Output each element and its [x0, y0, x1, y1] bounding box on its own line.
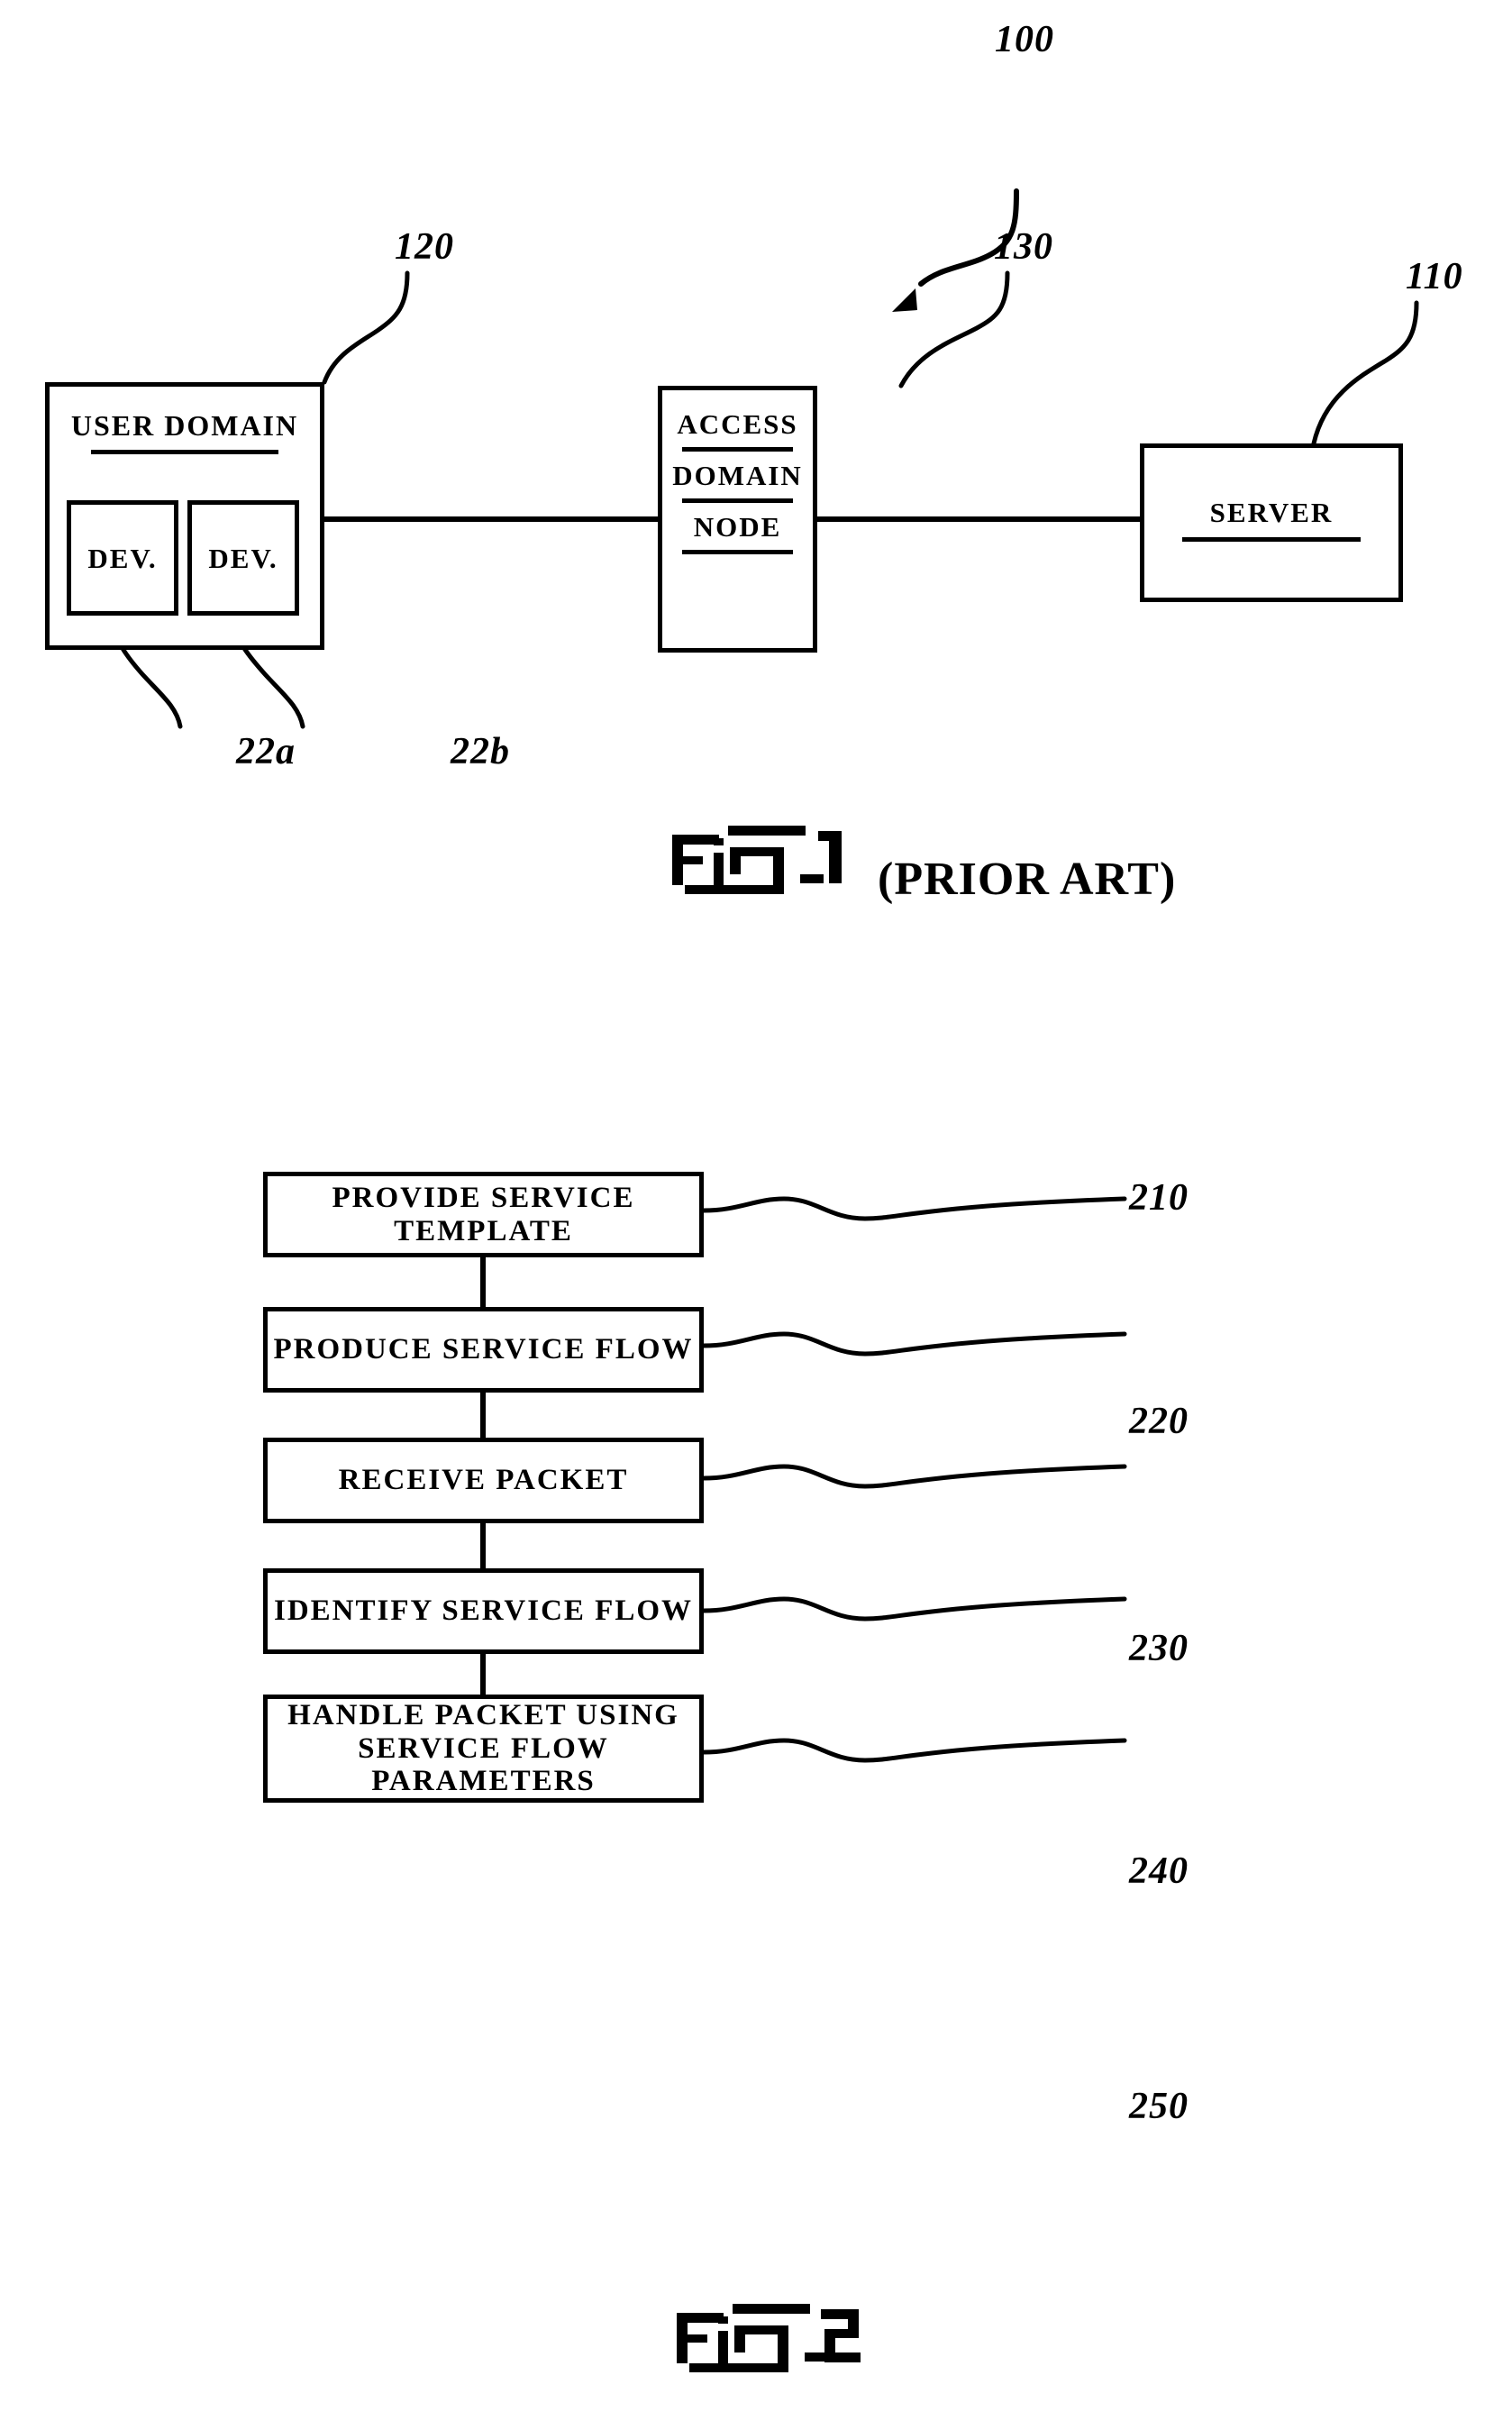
reference-numeral-22a: 22a: [236, 731, 296, 772]
block-user-domain-title-rule: [91, 450, 278, 454]
block-access-domain-node-line-3: NODE: [693, 511, 782, 543]
flow-step-label: RECEIVE PACKET: [338, 1464, 629, 1497]
fig-wordmark-1-icon: [672, 826, 842, 894]
patent-figure-sheet: USER DOMAIN DEV. DEV. ACCESS DOMAIN NODE…: [0, 0, 1512, 2421]
reference-numeral-220: 220: [1129, 1401, 1189, 1442]
flow-step-label: PROVIDE SERVICE TEMPLATE: [332, 1181, 635, 1247]
flow-step-produce-service-flow: PRODUCE SERVICE FLOW: [263, 1307, 704, 1393]
leader-line-210: [701, 1196, 1127, 1221]
leader-line-120: [322, 270, 410, 385]
block-device-a: DEV.: [67, 500, 178, 616]
fig-wordmark-2-icon: [677, 2304, 861, 2372]
diagram-line-layer: [105, 188, 1419, 1763]
block-user-domain-title: USER DOMAIN: [70, 409, 299, 442]
flow-step-label: IDENTIFY SERVICE FLOW: [273, 1594, 694, 1628]
reference-numeral-100: 100: [995, 19, 1054, 60]
flow-step-label: PRODUCE SERVICE FLOW: [273, 1333, 694, 1366]
reference-numeral-250: 250: [1129, 2086, 1189, 2127]
arrowhead-100: [892, 281, 923, 312]
flow-step-receive-packet: RECEIVE PACKET: [263, 1438, 704, 1523]
reference-numeral-210: 210: [1129, 1177, 1189, 1219]
leader-line-110: [1311, 300, 1419, 446]
leader-line-230: [701, 1464, 1127, 1489]
block-access-domain-node-rule-3: [682, 550, 793, 554]
block-access-domain-node-rule-1: [682, 447, 793, 452]
block-access-domain-node-rule-2: [682, 498, 793, 503]
reference-numeral-22b: 22b: [451, 731, 510, 772]
block-server: SERVER: [1140, 443, 1403, 602]
block-access-domain-node-line-2: DOMAIN: [672, 460, 803, 491]
reference-numeral-230: 230: [1129, 1628, 1189, 1669]
block-user-domain: USER DOMAIN DEV. DEV.: [45, 382, 324, 650]
leader-line-220: [701, 1331, 1127, 1357]
figure-1-caption: (PRIOR ART): [667, 811, 1176, 906]
block-server-title-rule: [1182, 537, 1361, 542]
reference-numeral-240: 240: [1129, 1850, 1189, 1892]
leader-line-250: [701, 1738, 1127, 1763]
block-device-a-title: DEV.: [87, 542, 158, 574]
flow-step-provide-service-template: PROVIDE SERVICE TEMPLATE: [263, 1172, 704, 1257]
reference-numeral-130: 130: [994, 226, 1053, 268]
flow-step-label: HANDLE PACKET USING SERVICE FLOW PARAMET…: [287, 1698, 679, 1798]
reference-numeral-110: 110: [1406, 256, 1463, 297]
figure-2-caption: [671, 2289, 866, 2372]
leader-line-130: [898, 270, 1010, 388]
block-server-title: SERVER: [1209, 497, 1334, 528]
block-device-b-title: DEV.: [208, 542, 278, 574]
block-access-domain-node: ACCESS DOMAIN NODE: [658, 386, 817, 653]
flow-step-identify-service-flow: IDENTIFY SERVICE FLOW: [263, 1568, 704, 1654]
block-device-b: DEV.: [187, 500, 299, 616]
leader-line-240: [701, 1596, 1127, 1622]
flow-step-handle-packet: HANDLE PACKET USING SERVICE FLOW PARAMET…: [263, 1695, 704, 1803]
reference-numeral-120: 120: [395, 226, 454, 268]
block-access-domain-node-line-1: ACCESS: [677, 408, 798, 440]
figure-1-prior-art-note: (PRIOR ART): [878, 854, 1177, 905]
